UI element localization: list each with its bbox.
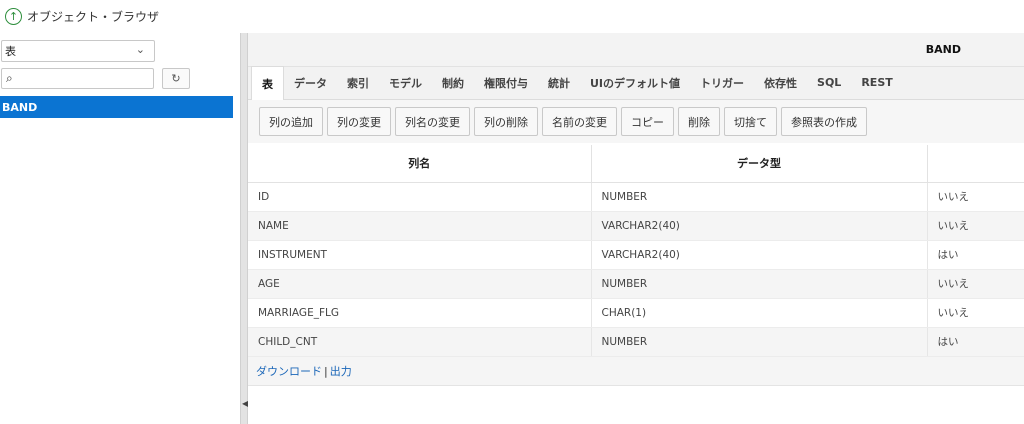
- download-link[interactable]: ダウンロード: [256, 363, 322, 379]
- tab-dependencies[interactable]: 依存性: [754, 66, 807, 99]
- rename-column-button[interactable]: 列名の変更: [395, 107, 470, 136]
- up-arrow-circle-icon[interactable]: ↑: [5, 8, 22, 25]
- chevron-down-icon: ⌄: [135, 43, 145, 56]
- cell-column-name: CHILD_CNT: [248, 327, 592, 357]
- truncate-button[interactable]: 切捨て: [724, 107, 777, 136]
- cell-column-name: ID: [248, 182, 592, 212]
- refresh-icon: ↻: [171, 72, 181, 85]
- cell-nullable: はい: [927, 327, 1024, 357]
- create-lookup-table-button[interactable]: 参照表の作成: [781, 107, 867, 136]
- page-title: オブジェクト・ブラウザ: [27, 10, 160, 24]
- tab-grants[interactable]: 権限付与: [474, 66, 538, 99]
- modify-column-button[interactable]: 列の変更: [327, 107, 391, 136]
- cell-nullable: はい: [927, 240, 1024, 270]
- table-row: AGE NUMBER いいえ: [248, 269, 1024, 299]
- cell-column-name: MARRIAGE_FLG: [248, 298, 592, 328]
- panel-splitter[interactable]: ◀: [240, 33, 248, 424]
- main-panel: BAND 表 データ 索引 モデル 制約 権限付与 統計 UIのデフォルト値 ト…: [248, 33, 1024, 424]
- cell-nullable: いいえ: [927, 182, 1024, 212]
- tab-bar: 表 データ 索引 モデル 制約 権限付与 統計 UIのデフォルト値 トリガー 依…: [248, 66, 1024, 100]
- table-toolbar: 列の追加 列の変更 列名の変更 列の削除 名前の変更 コピー 削除 切捨て 参照…: [248, 100, 1024, 143]
- search-icon: ⌕: [6, 71, 13, 85]
- rename-button[interactable]: 名前の変更: [542, 107, 617, 136]
- top-bar: ↑ オブジェクト・ブラウザ: [0, 0, 1024, 33]
- table-row: MARRIAGE_FLG CHAR(1) いいえ: [248, 298, 1024, 328]
- column-header-datatype[interactable]: データ型: [591, 145, 928, 183]
- tab-model[interactable]: モデル: [379, 66, 432, 99]
- cell-data-type: NUMBER: [591, 327, 928, 357]
- table-row: INSTRUMENT VARCHAR2(40) はい: [248, 240, 1024, 270]
- table-row: CHILD_CNT NUMBER はい: [248, 327, 1024, 357]
- tree-item-label: BAND: [2, 100, 38, 114]
- copy-button[interactable]: コピー: [621, 107, 674, 136]
- object-header: BAND: [248, 33, 1024, 67]
- column-header-name[interactable]: 列名: [248, 145, 592, 183]
- object-name: BAND: [925, 43, 961, 56]
- cell-data-type: NUMBER: [591, 182, 928, 212]
- tree-item-band[interactable]: BAND: [0, 96, 233, 118]
- tab-rest[interactable]: REST: [851, 66, 902, 99]
- columns-table: 列名 データ型 ID NUMBER いいえ NAME VARCHAR2(40) …: [248, 145, 1024, 357]
- table-row: NAME VARCHAR2(40) いいえ: [248, 211, 1024, 241]
- tab-triggers[interactable]: トリガー: [690, 66, 754, 99]
- tab-ui-defaults[interactable]: UIのデフォルト値: [580, 66, 690, 99]
- cell-data-type: CHAR(1): [591, 298, 928, 328]
- cell-column-name: AGE: [248, 269, 592, 299]
- cell-data-type: NUMBER: [591, 269, 928, 299]
- table-footer: ダウンロード | 出力: [248, 357, 1024, 386]
- refresh-button[interactable]: ↻: [162, 68, 190, 89]
- column-header-nullable[interactable]: [927, 145, 1024, 183]
- cell-column-name: NAME: [248, 211, 592, 241]
- link-separator: |: [324, 364, 328, 378]
- cell-data-type: VARCHAR2(40): [591, 211, 928, 241]
- search-input[interactable]: ⌕: [1, 68, 154, 89]
- object-browser-sidebar: 表 ⌄ ⌕ ↻ BAND: [0, 33, 240, 424]
- tab-statistics[interactable]: 統計: [538, 66, 580, 99]
- object-type-value: 表: [5, 45, 16, 58]
- tab-indexes[interactable]: 索引: [337, 66, 379, 99]
- object-type-select[interactable]: 表 ⌄: [1, 40, 155, 62]
- cell-nullable: いいえ: [927, 269, 1024, 299]
- tab-constraints[interactable]: 制約: [432, 66, 474, 99]
- tab-table[interactable]: 表: [251, 66, 284, 100]
- tab-data[interactable]: データ: [284, 66, 337, 99]
- drop-column-button[interactable]: 列の削除: [474, 107, 538, 136]
- print-link[interactable]: 出力: [330, 363, 352, 379]
- delete-button[interactable]: 削除: [678, 107, 720, 136]
- cell-column-name: INSTRUMENT: [248, 240, 592, 270]
- add-column-button[interactable]: 列の追加: [259, 107, 323, 136]
- cell-nullable: いいえ: [927, 211, 1024, 241]
- tab-sql[interactable]: SQL: [807, 66, 851, 99]
- table-row: ID NUMBER いいえ: [248, 182, 1024, 212]
- cell-data-type: VARCHAR2(40): [591, 240, 928, 270]
- cell-nullable: いいえ: [927, 298, 1024, 328]
